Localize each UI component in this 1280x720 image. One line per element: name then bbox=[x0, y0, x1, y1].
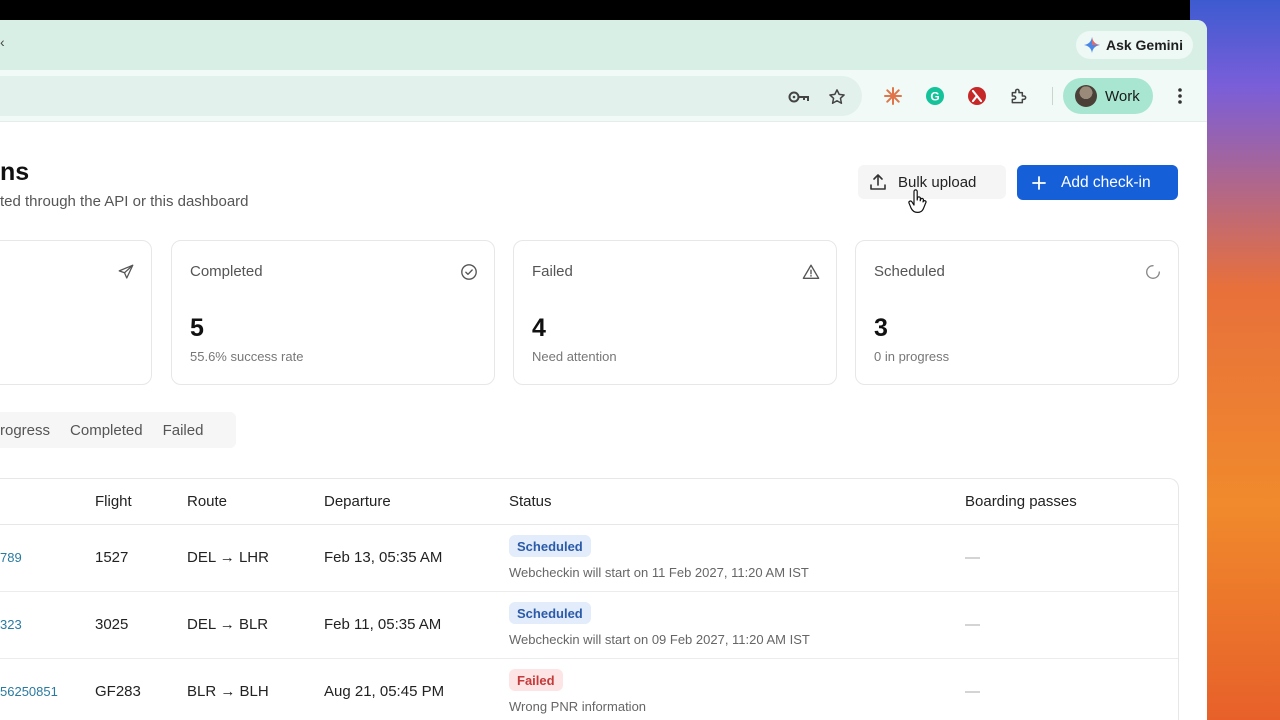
flight-cell: GF283 bbox=[95, 683, 141, 700]
check-circle-icon bbox=[460, 263, 478, 286]
stat-card-completed: Completed 5 55.6% success rate bbox=[171, 240, 495, 385]
route-cell: DEL → LHR bbox=[187, 549, 269, 566]
col-header-departure[interactable]: Departure bbox=[324, 493, 391, 510]
pnr-link[interactable]: 323 bbox=[0, 617, 22, 632]
table-header: Flight Route Departure Status Boarding p… bbox=[0, 479, 1178, 525]
stat-subtext: 55.6% success rate bbox=[190, 349, 304, 364]
tab-in-progress[interactable]: rogress bbox=[0, 422, 50, 439]
status-filter-tabs: rogress Completed Failed bbox=[0, 412, 236, 448]
red-extension-icon[interactable] bbox=[966, 85, 988, 107]
stat-subtext: Need attention bbox=[532, 349, 617, 364]
toolbar-divider bbox=[1052, 87, 1053, 105]
status-note: Wrong PNR information bbox=[509, 699, 647, 714]
pnr-link[interactable]: 56250851 bbox=[0, 684, 58, 699]
stat-value: 3 bbox=[874, 314, 888, 342]
departure-cell: Feb 13, 05:35 AM bbox=[324, 549, 443, 566]
boarding-pass-cell: — bbox=[965, 549, 980, 566]
status-note: Webcheckin will start on 11 Feb 2027, 11… bbox=[509, 565, 809, 580]
stat-card-failed: Failed 4 Need attention bbox=[513, 240, 837, 385]
claude-extension-icon[interactable] bbox=[882, 85, 904, 107]
col-header-boarding-passes[interactable]: Boarding passes bbox=[965, 493, 1077, 510]
stat-value: 4 bbox=[532, 314, 546, 342]
ask-gemini-label: Ask Gemini bbox=[1105, 37, 1183, 53]
table-row[interactable]: 56250851 GF283 BLR → BLH Aug 21, 05:45 P… bbox=[0, 659, 1178, 720]
page-title: ns bbox=[0, 158, 30, 186]
stat-subtext: 0 in progress bbox=[874, 349, 950, 364]
route-cell: DEL → BLR bbox=[187, 616, 269, 633]
profile-label: Work bbox=[1105, 87, 1140, 105]
col-header-flight[interactable]: Flight bbox=[95, 493, 132, 510]
stat-label: Completed bbox=[190, 263, 263, 280]
status-note: Webcheckin will start on 09 Feb 2027, 11… bbox=[509, 632, 810, 647]
route-cell: BLR → BLH bbox=[187, 683, 269, 700]
table-row[interactable]: 789 1527 DEL → LHR Feb 13, 05:35 AM Sche… bbox=[0, 525, 1178, 592]
tab-strip: ‹ Ask Gemini bbox=[0, 20, 1207, 70]
boarding-pass-cell: — bbox=[965, 616, 980, 633]
add-checkin-button[interactable]: Add check-in bbox=[1017, 165, 1178, 200]
profile-button[interactable]: Work bbox=[1063, 78, 1153, 114]
departure-cell: Aug 21, 05:45 PM bbox=[324, 683, 445, 700]
status-badge: Scheduled bbox=[509, 535, 591, 557]
page-subtitle: ted through the API or this dashboard bbox=[0, 193, 249, 210]
pnr-link[interactable]: 789 bbox=[0, 550, 22, 565]
flight-cell: 3025 bbox=[95, 616, 129, 633]
gemini-sparkle-icon bbox=[1083, 37, 1100, 53]
boarding-pass-cell: — bbox=[965, 683, 980, 700]
upload-icon bbox=[870, 174, 886, 190]
grammarly-extension-icon[interactable]: G bbox=[924, 85, 946, 107]
departure-cell: Feb 11, 05:35 AM bbox=[324, 616, 442, 633]
plus-icon bbox=[1032, 175, 1046, 190]
svg-text:G: G bbox=[930, 90, 939, 104]
page-content: ns ted through the API or this dashboard… bbox=[0, 122, 1207, 720]
ask-gemini-button[interactable]: Ask Gemini bbox=[1075, 31, 1193, 59]
flight-cell: 1527 bbox=[95, 549, 129, 566]
address-bar[interactable] bbox=[0, 76, 862, 116]
browser-toolbar: G Work bbox=[0, 70, 1207, 122]
back-chevron-icon[interactable]: ‹ bbox=[0, 34, 5, 50]
table-row[interactable]: 323 3025 DEL → BLR Feb 11, 05:35 AM Sche… bbox=[0, 592, 1178, 659]
status-badge: Scheduled bbox=[509, 602, 591, 624]
bookmark-star-icon[interactable] bbox=[826, 86, 848, 108]
loading-icon bbox=[1144, 263, 1162, 286]
airplane-icon bbox=[117, 263, 135, 286]
stat-card-scheduled: Scheduled 3 0 in progress bbox=[855, 240, 1179, 385]
stat-label: Failed bbox=[532, 263, 573, 280]
kebab-menu-icon[interactable] bbox=[1172, 86, 1188, 111]
status-badge: Failed bbox=[509, 669, 563, 691]
add-checkin-label: Add check-in bbox=[1061, 173, 1151, 191]
stat-card-total bbox=[0, 240, 152, 385]
avatar bbox=[1075, 85, 1097, 107]
browser-window: ‹ Ask Gemini G Work ns ted through the A… bbox=[0, 20, 1207, 720]
stat-value: 5 bbox=[190, 314, 204, 342]
bulk-upload-label: Bulk upload bbox=[898, 173, 977, 191]
extensions-puzzle-icon[interactable] bbox=[1008, 85, 1030, 107]
bulk-upload-button[interactable]: Bulk upload bbox=[858, 165, 1006, 199]
tab-failed[interactable]: Failed bbox=[163, 422, 204, 439]
col-header-status[interactable]: Status bbox=[509, 493, 552, 510]
hand-pointer-cursor-icon bbox=[907, 189, 929, 220]
col-header-route[interactable]: Route bbox=[187, 493, 227, 510]
tab-completed[interactable]: Completed bbox=[70, 422, 143, 439]
password-key-icon[interactable] bbox=[788, 86, 810, 108]
warning-icon bbox=[802, 263, 820, 286]
checkins-table: Flight Route Departure Status Boarding p… bbox=[0, 478, 1179, 720]
stat-label: Scheduled bbox=[874, 263, 945, 280]
